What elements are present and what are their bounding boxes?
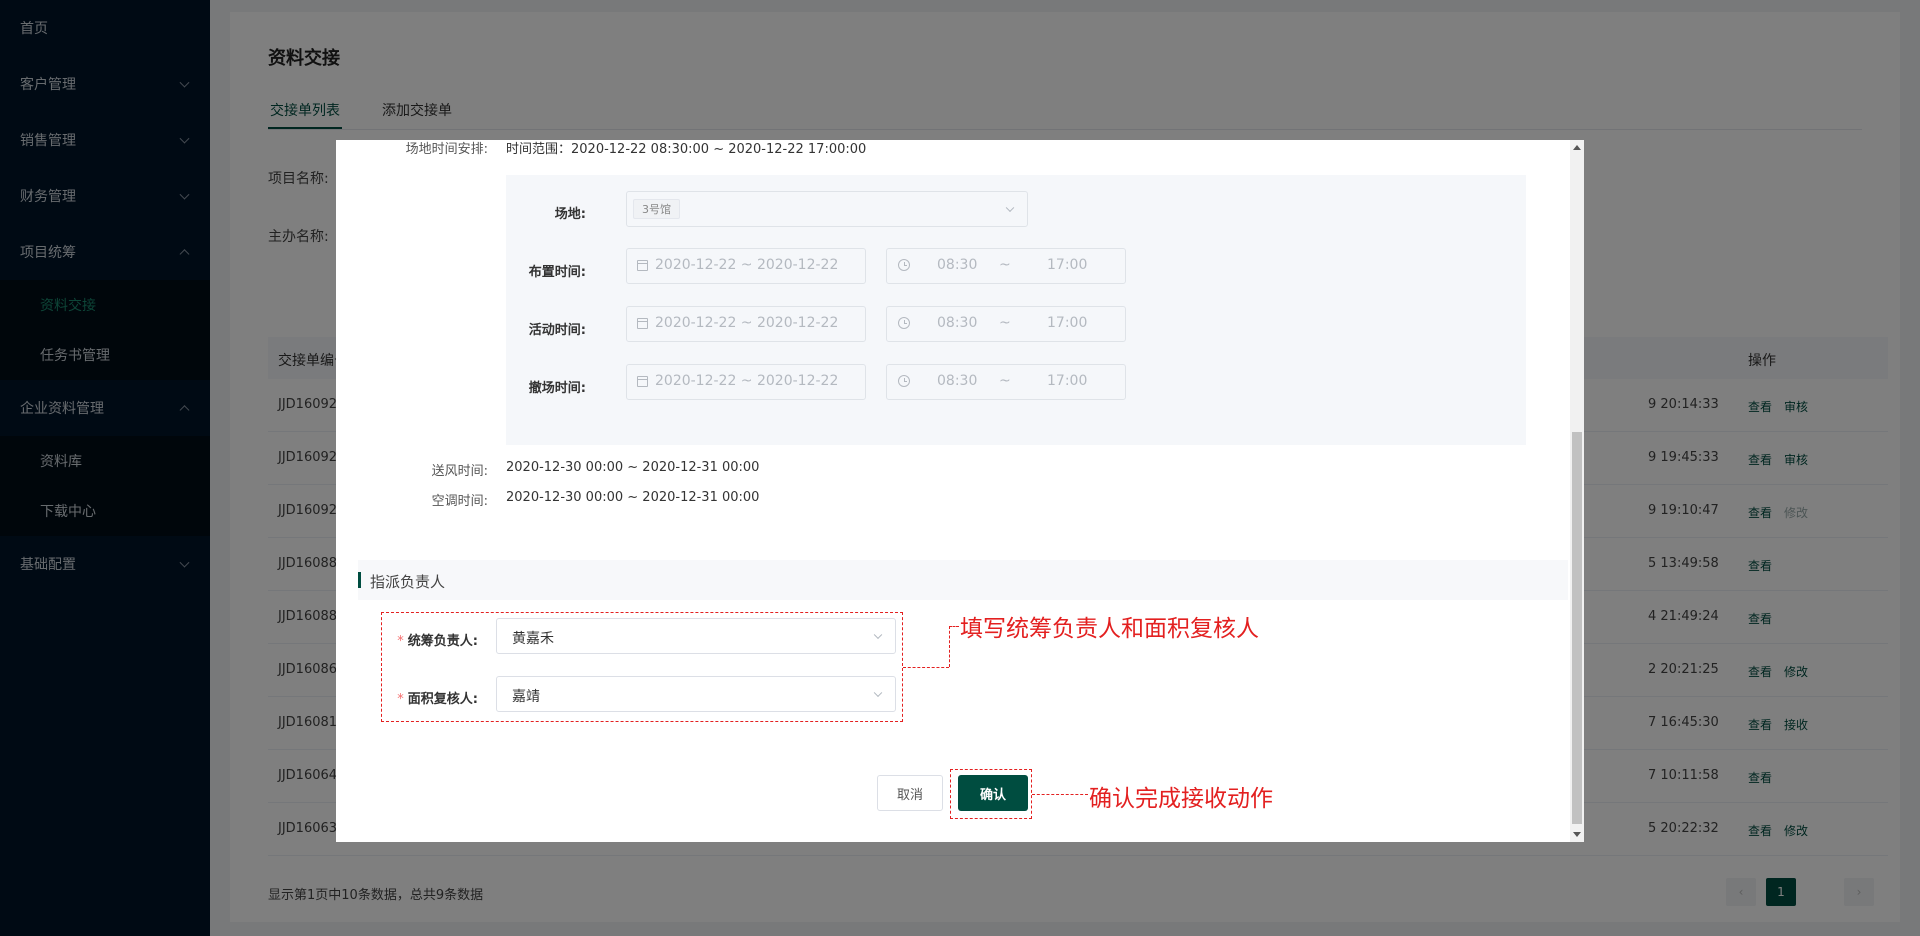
section-header: 指派负责人: [358, 560, 1568, 600]
activity-time-input[interactable]: 08:30 ~ 17:00: [886, 306, 1126, 342]
handover-modal: 场地时间安排: 时间范围：2020-12-22 08:30:00 ~ 2020-…: [336, 140, 1584, 842]
air-label: 送风时间:: [431, 464, 488, 479]
time-end: 17:00: [1047, 257, 1088, 273]
time-end: 17:00: [1047, 315, 1088, 331]
schedule-value: 时间范围：2020-12-22 08:30:00 ~ 2020-12-22 17…: [506, 142, 867, 157]
annotation-box-confirm: [950, 769, 1032, 819]
date-range-text: 2020-12-22 ~ 2020-12-22: [655, 373, 839, 389]
venue-tag: 3号馆: [633, 199, 680, 219]
teardown-date-input[interactable]: 2020-12-22 ~ 2020-12-22: [626, 364, 866, 400]
cancel-button[interactable]: 取消: [877, 775, 943, 811]
annotation-line: [949, 626, 950, 667]
teardown-time-input[interactable]: 08:30 ~ 17:00: [886, 364, 1126, 400]
annotation-line: [903, 667, 949, 668]
time-start: 08:30: [937, 373, 978, 389]
date-range-text: 2020-12-22 ~ 2020-12-22: [655, 315, 839, 331]
activity-label: 活动时间:: [528, 323, 586, 338]
time-end: 17:00: [1047, 373, 1088, 389]
teardown-label: 撤场时间:: [528, 381, 586, 396]
scroll-down-icon[interactable]: [1573, 832, 1581, 837]
section-title: 指派负责人: [370, 573, 446, 591]
time-sep: ~: [999, 373, 1011, 389]
scroll-up-icon[interactable]: [1573, 145, 1581, 150]
annotation-line: [1032, 794, 1088, 795]
scroll-thumb[interactable]: [1572, 432, 1582, 824]
setup-time-input[interactable]: 08:30 ~ 17:00: [886, 248, 1126, 284]
venue-label: 场地:: [554, 207, 586, 222]
time-start: 08:30: [937, 257, 978, 273]
section-accent: [358, 572, 361, 588]
activity-date-input[interactable]: 2020-12-22 ~ 2020-12-22: [626, 306, 866, 342]
ac-value: 2020-12-30 00:00 ~ 2020-12-31 00:00: [506, 490, 760, 505]
time-start: 08:30: [937, 315, 978, 331]
annotation-box-assign: [381, 612, 903, 722]
setup-date-input[interactable]: 2020-12-22 ~ 2020-12-22: [626, 248, 866, 284]
calendar-icon: [637, 376, 648, 387]
annotation-confirm-note: 确认完成接收动作: [1089, 786, 1273, 812]
annotation-fill-note: 填写统筹负责人和面积复核人: [960, 616, 1259, 642]
air-value: 2020-12-30 00:00 ~ 2020-12-31 00:00: [506, 460, 760, 475]
chevron-down-icon: [1005, 203, 1015, 213]
setup-label: 布置时间:: [528, 265, 586, 280]
time-sep: ~: [999, 257, 1011, 273]
time-sep: ~: [999, 315, 1011, 331]
schedule-label: 场地时间安排:: [405, 142, 488, 157]
clock-icon: [898, 317, 910, 329]
clock-icon: [898, 375, 910, 387]
venue-select[interactable]: 3号馆: [626, 191, 1028, 227]
venue-panel: 场地: 3号馆 布置时间: 2020-12-22 ~ 2020-12-22 08…: [506, 175, 1526, 445]
calendar-icon: [637, 318, 648, 329]
annotation-line: [949, 626, 959, 627]
date-range-text: 2020-12-22 ~ 2020-12-22: [655, 257, 839, 273]
ac-label: 空调时间:: [431, 494, 488, 509]
clock-icon: [898, 259, 910, 271]
calendar-icon: [637, 260, 648, 271]
modal-scrollbar[interactable]: [1570, 140, 1584, 842]
